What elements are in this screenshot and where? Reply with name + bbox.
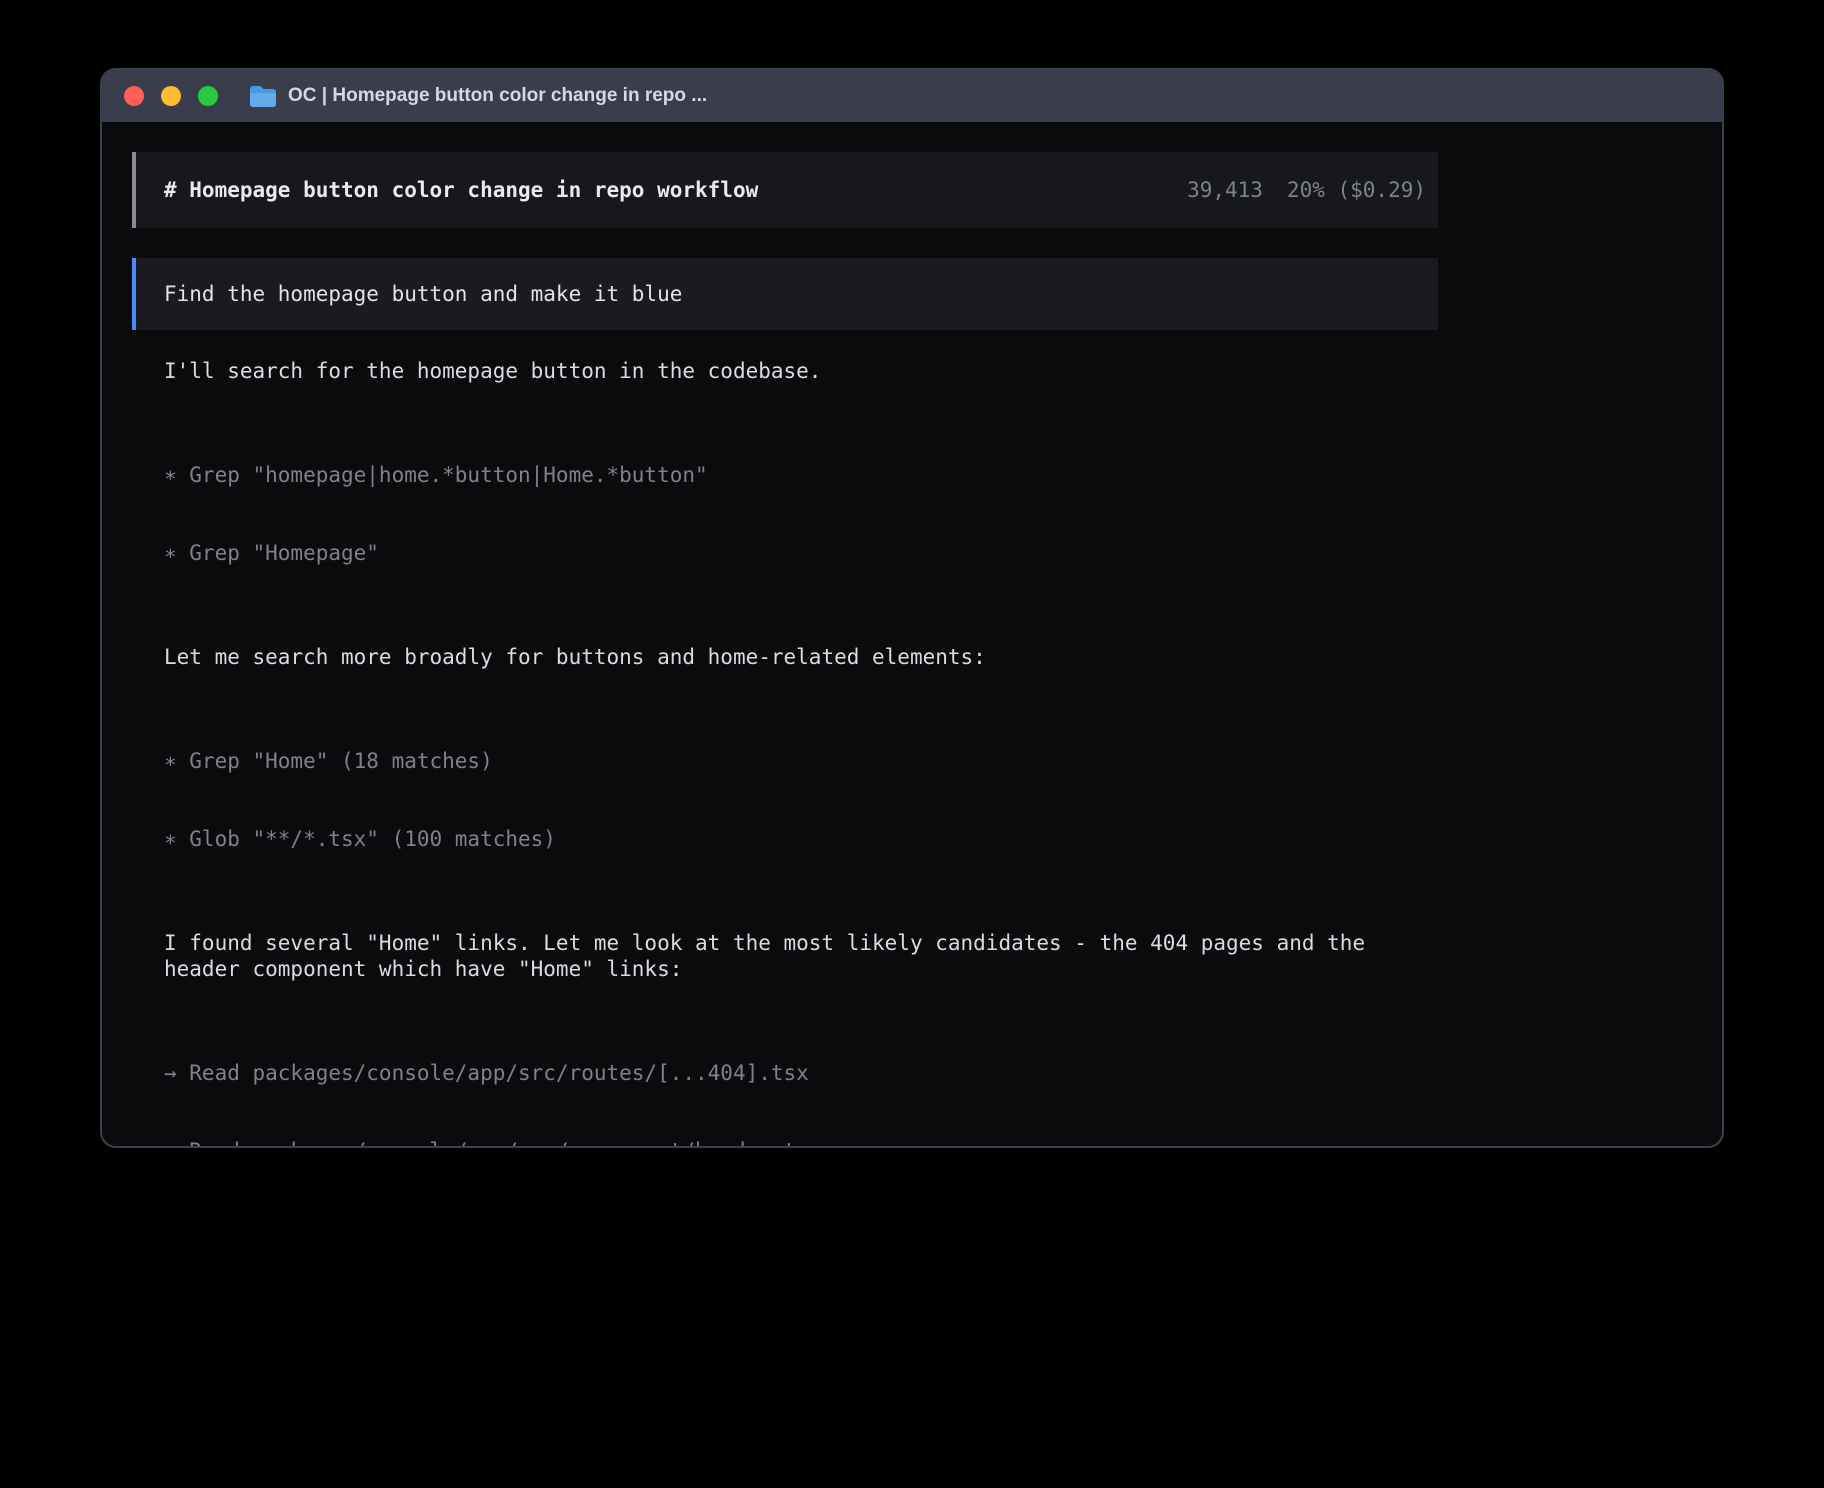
titlebar[interactable]: OC | Homepage button color change in rep…: [102, 70, 1722, 122]
session-title: # Homepage button color change in repo w…: [164, 177, 758, 203]
tool-call-group-1: ∗ Grep "homepage|home.*button|Home.*butt…: [164, 410, 1438, 618]
tool-call-line: ∗ Glob "**/*.tsx" (100 matches): [164, 826, 1438, 852]
assistant-paragraph-1: I'll search for the homepage button in t…: [164, 358, 1438, 384]
zoom-button[interactable]: [198, 86, 218, 106]
assistant-paragraph-2: Let me search more broadly for buttons a…: [164, 644, 1438, 670]
user-message: Find the homepage button and make it blu…: [132, 258, 1438, 330]
tool-call-group-3: → Read packages/console/app/src/routes/[…: [164, 1008, 1438, 1148]
tool-call-line: ∗ Grep "Home" (18 matches): [164, 748, 1438, 774]
session-content: # Homepage button color change in repo w…: [132, 152, 1438, 1148]
tool-call-line: ∗ Grep "Homepage": [164, 540, 1438, 566]
token-count: 39,413: [1187, 177, 1263, 203]
folder-icon: [250, 86, 276, 107]
assistant-paragraph-3: I found several "Home" links. Let me loo…: [164, 930, 1438, 982]
tool-call-line: → Read packages/console/app/src/componen…: [164, 1138, 1438, 1148]
close-button[interactable]: [124, 86, 144, 106]
user-message-text: Find the homepage button and make it blu…: [164, 281, 682, 307]
window-title: OC | Homepage button color change in rep…: [288, 85, 707, 107]
tool-call-line: ∗ Grep "homepage|home.*button|Home.*butt…: [164, 462, 1438, 488]
tool-call-line: → Read packages/console/app/src/routes/[…: [164, 1060, 1438, 1086]
tool-call-group-2: ∗ Grep "Home" (18 matches) ∗ Glob "**/*.…: [164, 696, 1438, 904]
traffic-lights: [124, 86, 218, 106]
window-title-group: OC | Homepage button color change in rep…: [250, 85, 707, 107]
context-usage: 20% ($0.29): [1287, 177, 1426, 203]
minimize-button[interactable]: [161, 86, 181, 106]
session-header: # Homepage button color change in repo w…: [132, 152, 1438, 228]
terminal-window: OC | Homepage button color change in rep…: [100, 68, 1724, 1148]
session-stats: 39,413 20% ($0.29): [1187, 177, 1426, 203]
